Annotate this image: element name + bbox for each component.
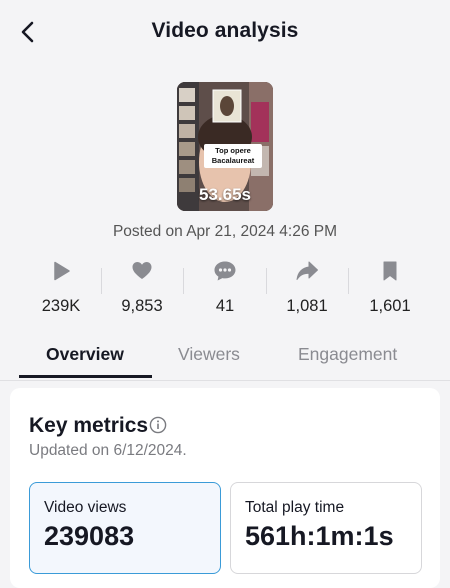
stat-value: 41: [215, 297, 235, 315]
stat-shares[interactable]: 1,081: [265, 258, 349, 322]
active-tab-indicator: [19, 375, 152, 378]
metric-total-play-time[interactable]: Total play time 561h:1m:1s: [230, 482, 422, 574]
share-icon: [296, 261, 318, 280]
info-icon[interactable]: [149, 416, 167, 434]
stat-likes[interactable]: 9,853: [100, 258, 184, 322]
metric-label: Video views: [44, 499, 127, 516]
stat-views[interactable]: 239K: [19, 258, 103, 322]
stat-value: 9,853: [121, 297, 163, 315]
bookmark-icon: [383, 261, 397, 281]
tab-bar: Overview Viewers Engagement: [0, 338, 450, 381]
stat-value: 239K: [41, 297, 81, 315]
stat-value: 1,601: [369, 297, 411, 315]
metric-value: 239083: [44, 521, 135, 551]
posted-date: Posted on Apr 21, 2024 4:26 PM: [112, 223, 338, 240]
metric-label: Total play time: [245, 499, 345, 516]
thumbnail-caption: Top opere Bacalaureat: [204, 144, 262, 168]
section-title: Key metrics: [29, 414, 149, 437]
page-title: Video analysis: [151, 19, 299, 42]
updated-date: Updated on 6/12/2024.: [29, 442, 187, 459]
video-thumbnail[interactable]: Top opere Bacalaureat 53.65s: [177, 82, 273, 211]
tab-viewers[interactable]: Viewers: [178, 344, 240, 365]
stat-comments[interactable]: 41: [183, 258, 267, 322]
video-duration: 53.65s: [199, 185, 251, 204]
tab-overview[interactable]: Overview: [46, 344, 124, 365]
caption-line: Bacalaureat: [211, 156, 255, 165]
key-metrics-card: Key metrics Updated on 6/12/2024. Video …: [10, 388, 440, 588]
header: Video analysis: [0, 0, 450, 64]
metric-video-views[interactable]: Video views 239083: [29, 482, 221, 574]
tab-engagement[interactable]: Engagement: [298, 344, 397, 365]
caption-line: Top opere: [215, 146, 251, 155]
metric-value: 561h:1m:1s: [245, 521, 394, 551]
stats-row: 239K 9,853 41 1,081 1,601: [0, 258, 450, 322]
stat-value: 1,081: [286, 297, 328, 315]
comment-icon: [214, 261, 236, 281]
heart-icon: [132, 262, 152, 279]
play-icon: [54, 261, 70, 281]
stat-saves[interactable]: 1,601: [348, 258, 432, 322]
